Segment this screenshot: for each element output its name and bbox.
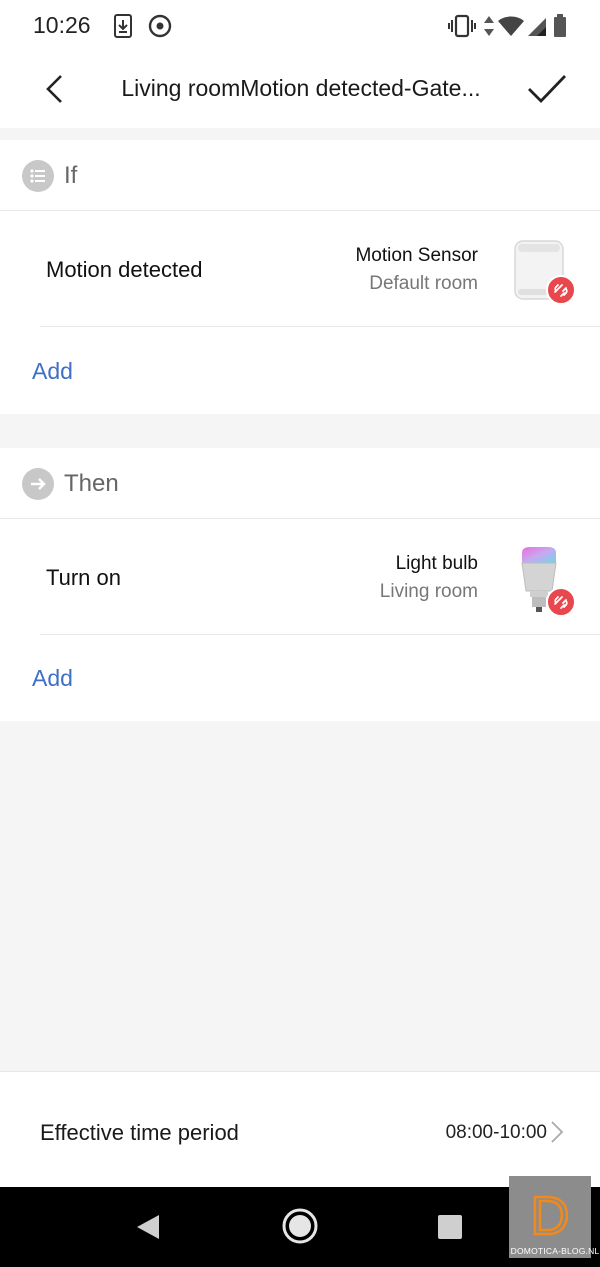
light-bulb-image (510, 547, 576, 617)
device-name: Light bulb (395, 553, 478, 574)
then-label: Then (64, 470, 119, 497)
device-room: Default room (369, 273, 478, 294)
effective-time-period-row[interactable]: Effective time period 08:00-10:00 (0, 1071, 600, 1187)
battery-icon (553, 14, 567, 43)
status-bar: 10:26 (0, 0, 600, 52)
then-section: Then Turn on Light bulb Living room Add (0, 448, 600, 721)
add-action-button[interactable]: Add (32, 665, 73, 692)
back-button[interactable] (38, 72, 72, 106)
page-title: Living roomMotion detected-Gate... (121, 75, 481, 101)
link-broken-icon (546, 587, 576, 617)
signal-icon (527, 14, 547, 43)
list-icon (22, 160, 54, 192)
status-time: 10:26 (33, 12, 91, 38)
row-divider (40, 634, 600, 635)
add-condition-button[interactable]: Add (32, 358, 73, 385)
chevron-left-icon (46, 75, 62, 103)
action-label: Turn on (46, 565, 122, 590)
data-arrows-icon (483, 14, 495, 43)
recents-square-icon[interactable] (437, 1214, 463, 1245)
effective-time-period-value: 08:00-10:00 (445, 1122, 547, 1143)
action-device: Light bulb Living room (380, 553, 478, 603)
condition-row[interactable]: Motion detected Motion Sensor Default ro… (0, 211, 600, 327)
checkmark-icon (528, 75, 567, 104)
download-icon (114, 14, 132, 43)
device-name: Motion Sensor (355, 245, 478, 266)
if-label: If (64, 162, 78, 189)
condition-device: Motion Sensor Default room (355, 245, 478, 295)
home-circle-icon[interactable] (281, 1207, 319, 1250)
confirm-button[interactable] (525, 72, 569, 106)
arrow-right-icon (22, 468, 54, 500)
watermark-text: DOMOTICA-BLOG.NL (510, 1246, 600, 1256)
effective-time-period-label: Effective time period (40, 1120, 239, 1145)
row-divider (40, 326, 600, 327)
then-section-header: Then (0, 448, 600, 519)
link-broken-icon (546, 275, 576, 305)
back-triangle-icon[interactable] (135, 1213, 161, 1246)
vibrate-icon (448, 14, 476, 43)
if-section: If Motion detected Motion Sensor Default… (0, 140, 600, 414)
condition-label: Motion detected (46, 257, 203, 282)
svg-text:D: D (531, 1186, 570, 1246)
wifi-icon (497, 14, 525, 43)
device-room: Living room (379, 581, 478, 602)
if-section-header: If (0, 140, 600, 211)
chevron-right-icon (550, 1120, 564, 1144)
header: Living roomMotion detected-Gate... (0, 52, 600, 128)
target-icon (148, 14, 172, 43)
action-row[interactable]: Turn on Light bulb Living room (0, 519, 600, 635)
motion-sensor-image (510, 239, 576, 309)
